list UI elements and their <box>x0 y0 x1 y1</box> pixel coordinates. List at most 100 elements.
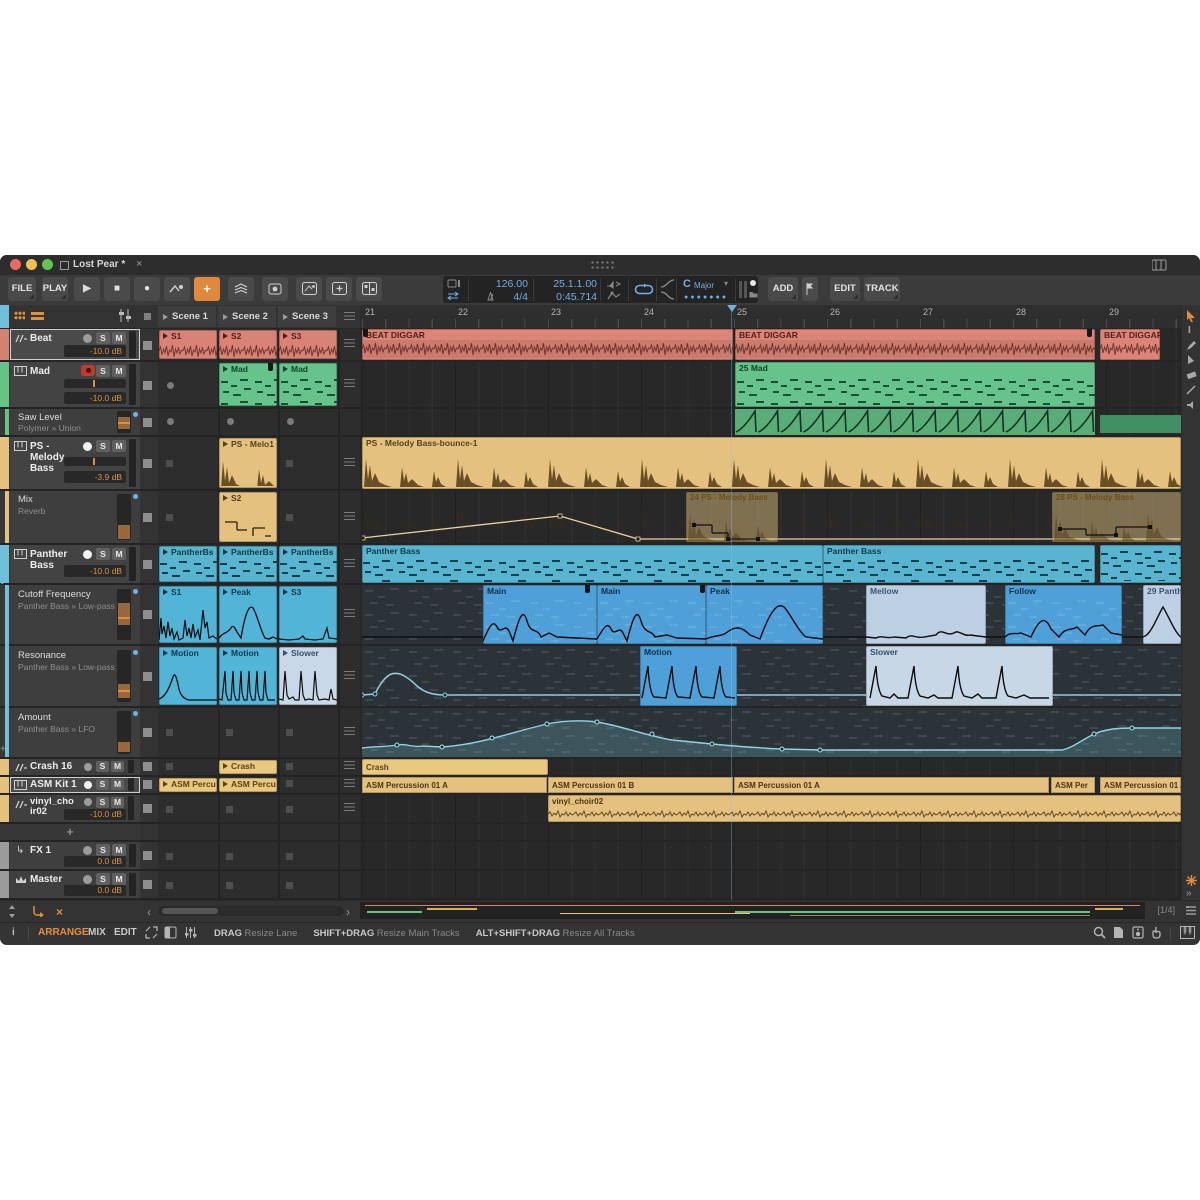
add-panel-button[interactable] <box>326 277 352 301</box>
arm-button[interactable] <box>83 442 92 451</box>
add-track-button[interactable]: + <box>0 824 140 840</box>
window-drag-handle-icon[interactable] <box>590 260 616 270</box>
stop-button[interactable]: ■ <box>104 277 130 301</box>
clip-stop-button[interactable] <box>143 341 152 350</box>
mac-minimize-button[interactable] <box>26 259 37 270</box>
track-menu-button[interactable]: TRACK <box>864 277 900 301</box>
row-options-icon[interactable] <box>344 803 355 811</box>
scene-header-2[interactable]: Scene 2 <box>218 306 276 327</box>
scroll-left-icon[interactable]: ‹ <box>147 905 151 919</box>
arm-button[interactable] <box>84 798 92 806</box>
pan-control[interactable] <box>64 457 126 466</box>
volume-value[interactable]: 0.0 dB <box>64 856 126 867</box>
cue-marker-button[interactable] <box>802 277 818 301</box>
row-options-icon[interactable] <box>344 779 355 787</box>
clear-icon[interactable]: × <box>56 905 63 919</box>
clip-stop-button[interactable] <box>143 381 152 390</box>
resonance-lane-background[interactable] <box>362 646 1181 706</box>
grid-view-icon[interactable] <box>14 311 25 320</box>
row-options-icon[interactable] <box>344 761 355 769</box>
clip-stop-button[interactable] <box>143 880 152 889</box>
lanes-view-icon[interactable] <box>31 311 44 321</box>
time-signature-value[interactable]: 4/4 <box>498 291 528 303</box>
empty-slot-dot[interactable] <box>287 418 294 425</box>
lane-header-mix[interactable]: Mix Reverb <box>10 491 140 543</box>
scroll-right-icon[interactable]: › <box>346 905 350 919</box>
automation-active-dot[interactable] <box>133 494 138 499</box>
solo-button[interactable]: S <box>96 332 110 344</box>
edit-menu-button[interactable]: EDIT <box>830 277 860 301</box>
line-tool-icon[interactable] <box>1186 385 1196 395</box>
volume-value[interactable]: -10.0 dB <box>64 345 126 357</box>
launcher-clip-resonance-motion-1[interactable]: Motion <box>159 647 217 705</box>
add-lane-icon[interactable]: + <box>0 744 6 755</box>
arranger-clip-beat-diggar-2[interactable]: BEAT DIGGAR <box>735 329 1095 360</box>
record-indicator-icon[interactable] <box>750 280 756 286</box>
file-browser-icon[interactable] <box>1113 926 1124 939</box>
lane-fader[interactable] <box>117 650 131 702</box>
empty-slot[interactable] <box>166 514 173 521</box>
empty-slot-dot[interactable] <box>227 418 234 425</box>
split-view-icon[interactable] <box>145 926 158 939</box>
metronome-icon[interactable] <box>486 292 495 301</box>
arranger-clip-cutoff-mellow[interactable]: Mellow <box>866 585 986 644</box>
clip-stop-button[interactable] <box>143 513 152 522</box>
punch-in-icon[interactable] <box>447 279 465 288</box>
volume-value[interactable]: -10.0 dB <box>64 392 126 404</box>
solo-button[interactable]: S <box>96 873 110 885</box>
mac-zoom-button[interactable] <box>42 259 53 270</box>
lane-fader[interactable] <box>117 411 131 433</box>
solo-button[interactable]: S <box>96 440 110 452</box>
arm-button[interactable] <box>81 365 95 376</box>
row-options-icon[interactable] <box>344 609 355 617</box>
cue-marker-icon[interactable] <box>606 279 622 289</box>
empty-slot[interactable] <box>226 806 233 813</box>
scene-play-icon[interactable] <box>223 314 228 320</box>
layers-button[interactable] <box>228 277 254 301</box>
pencil-tool-icon[interactable] <box>1186 340 1196 351</box>
arranger-clip-resonance-slower[interactable]: Slower <box>866 646 1053 706</box>
key-mode-value[interactable]: Major <box>694 281 714 290</box>
launcher-clip-beat-s1[interactable]: S1 <box>159 330 217 359</box>
arm-button[interactable] <box>84 781 92 789</box>
launcher-clip-asm-percu-2[interactable]: ASM Percu <box>219 778 277 792</box>
launcher-clip-mad-2[interactable]: Mad <box>279 363 337 406</box>
play-button[interactable]: ▶ <box>74 277 100 301</box>
empty-slot[interactable] <box>286 729 293 736</box>
play-menu-button[interactable]: PLAY <box>42 277 68 301</box>
mac-close-button[interactable] <box>10 259 21 270</box>
mute-button[interactable]: M <box>111 761 124 772</box>
snap-settings-icon[interactable] <box>1186 875 1197 886</box>
track-header-mad[interactable]: Mad S M -10.0 dB <box>10 362 140 407</box>
playhead-marker-icon[interactable] <box>727 305 737 312</box>
clip-stop-button[interactable] <box>143 851 152 860</box>
arranger-clip-beat-diggar-1[interactable]: BEAT DIGGAR <box>362 329 733 360</box>
automation-write-button[interactable] <box>164 277 190 301</box>
arranger-automation-saw-level-tail[interactable] <box>1100 415 1181 433</box>
mute-button[interactable]: M <box>112 440 126 452</box>
empty-slot[interactable] <box>286 460 293 467</box>
arranger-clip-cutoff-follow[interactable]: Follow <box>1005 585 1122 644</box>
lane-header-cutoff-frequency[interactable]: Cutoff Frequency Panther Bass » Low-pass… <box>10 585 140 644</box>
arranger-clip-asm-per[interactable]: ASM Per <box>1051 777 1095 793</box>
clip-stop-button[interactable] <box>143 418 152 427</box>
launcher-clip-cutoff-s3[interactable]: S3 <box>279 586 337 643</box>
arranger-clip-asm-a3[interactable]: ASM Percussion 01 A <box>1100 777 1181 793</box>
lane-fader[interactable] <box>117 589 131 640</box>
empty-slot[interactable] <box>226 882 233 889</box>
clip-stop-button[interactable] <box>143 672 152 681</box>
arranger-clip-resonance-motion[interactable]: Motion <box>640 646 737 706</box>
volume-value[interactable]: -3.9 dB <box>64 471 126 483</box>
track-header-crash-16[interactable]: Crash 16 S M <box>10 759 140 775</box>
follow-playhead-icon[interactable] <box>32 905 45 917</box>
arranger-clip-beat-diggar-3[interactable]: BEAT DIGGAR <box>1100 329 1160 360</box>
arranger-clip-asm-a1[interactable]: ASM Percussion 01 A <box>362 777 547 793</box>
display-profile-icon[interactable] <box>1152 259 1167 271</box>
row-options-icon[interactable] <box>344 512 355 520</box>
row-options-icon[interactable] <box>344 727 355 735</box>
key-root-value[interactable]: C <box>683 278 691 290</box>
launcher-clip-cutoff-peak[interactable]: Peak <box>219 586 277 643</box>
arranger-clip-panther-bass-3[interactable] <box>1100 545 1181 583</box>
empty-slot[interactable] <box>226 853 233 860</box>
lane-fader[interactable] <box>117 711 131 754</box>
